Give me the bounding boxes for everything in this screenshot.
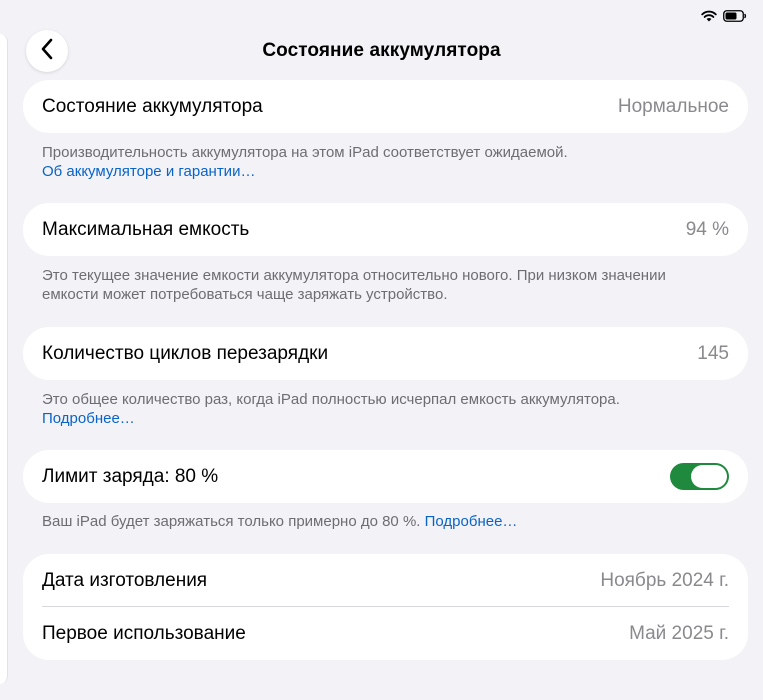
manufacture-date-label: Дата изготовления	[42, 569, 208, 591]
charge-limit-toggle[interactable]	[670, 463, 729, 490]
manufacture-date-value: Ноябрь 2024 г.	[600, 569, 729, 591]
manufacture-date-row: Дата изготовления Ноябрь 2024 г.	[23, 554, 748, 607]
page-title: Состояние аккумулятора	[262, 40, 501, 61]
toggle-knob	[691, 465, 727, 488]
navigation-bar: Состояние аккумулятора	[0, 28, 763, 74]
battery-health-footnote: Производительность аккумулятора на этом …	[42, 143, 742, 181]
max-capacity-description-line2: емкости может потребоваться чаще заряжат…	[42, 286, 448, 303]
battery-health-card: Состояние аккумулятора Нормальное	[23, 80, 748, 133]
battery-warranty-link[interactable]: Об аккумуляторе и гарантии…	[42, 162, 742, 181]
charge-limit-footnote: Ваш iPad будет заряжаться только примерн…	[42, 512, 742, 531]
max-capacity-label: Максимальная емкость	[42, 218, 250, 240]
max-capacity-footnote: Это текущее значение емкости аккумулятор…	[42, 266, 742, 304]
battery-health-row: Состояние аккумулятора Нормальное	[23, 80, 748, 133]
cycle-count-value: 145	[697, 342, 729, 364]
max-capacity-value: 94 %	[685, 218, 729, 240]
cycle-count-row: Количество циклов перезарядки 145	[23, 327, 748, 380]
wifi-icon	[701, 10, 717, 22]
battery-health-screen: Состояние аккумулятора Состояние аккумул…	[0, 0, 763, 700]
battery-health-value: Нормальное	[617, 95, 729, 117]
dates-card: Дата изготовления Ноябрь 2024 г. Первое …	[23, 554, 748, 660]
status-bar	[701, 8, 747, 24]
cycle-count-more-link[interactable]: Подробнее…	[42, 409, 742, 428]
max-capacity-description-line1: Это текущее значение емкости аккумулятор…	[42, 267, 666, 284]
charge-limit-label: Лимит заряда: 80 %	[42, 465, 219, 487]
max-capacity-card: Максимальная емкость 94 %	[23, 203, 748, 256]
cycle-count-footnote: Это общее количество раз, когда iPad пол…	[42, 390, 742, 428]
first-use-value: Май 2025 г.	[629, 622, 729, 644]
first-use-row: Первое использование Май 2025 г.	[23, 607, 748, 660]
charge-limit-more-link[interactable]: Подробнее…	[425, 513, 518, 530]
battery-health-description: Производительность аккумулятора на этом …	[42, 144, 568, 161]
first-use-label: Первое использование	[42, 622, 246, 644]
cycle-count-card: Количество циклов перезарядки 145	[23, 327, 748, 380]
battery-health-label: Состояние аккумулятора	[42, 95, 263, 117]
charge-limit-card: Лимит заряда: 80 %	[23, 450, 748, 503]
cycle-count-label: Количество циклов перезарядки	[42, 342, 329, 364]
sidebar-edge	[0, 34, 8, 684]
cycle-count-description: Это общее количество раз, когда iPad пол…	[42, 391, 620, 408]
charge-limit-description: Ваш iPad будет заряжаться только примерн…	[42, 513, 425, 530]
battery-icon	[723, 10, 747, 22]
charge-limit-row: Лимит заряда: 80 %	[23, 450, 748, 503]
max-capacity-row: Максимальная емкость 94 %	[23, 203, 748, 256]
